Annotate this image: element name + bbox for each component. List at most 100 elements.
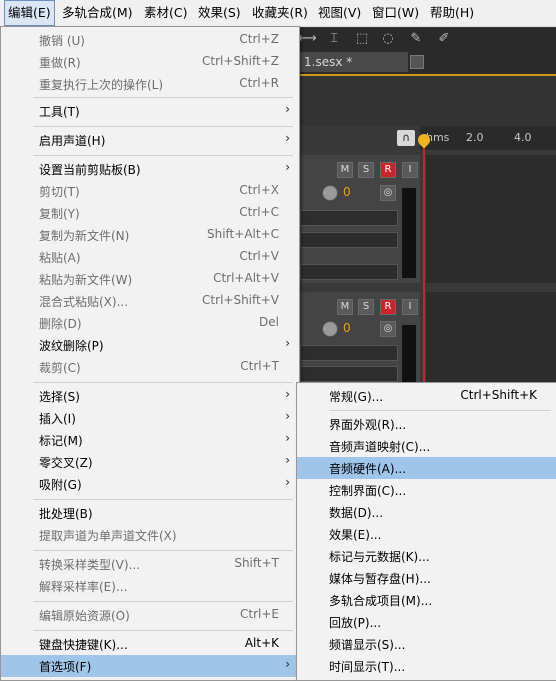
menu-item[interactable]: 效果(E)... [297, 523, 556, 545]
brush-tool-icon[interactable]: ✎ [408, 31, 424, 47]
track-output-field[interactable] [300, 366, 398, 382]
menubar-item[interactable]: 素材(C) [144, 0, 187, 26]
menu-item[interactable]: 界面外观(R)... [297, 413, 556, 435]
input-monitor-button[interactable]: I [402, 162, 418, 178]
menu-item[interactable]: 多轨合成项目(M)... [297, 589, 556, 611]
solo-button[interactable]: S [358, 162, 374, 178]
menu-item-label: 复制(Y) [39, 207, 80, 221]
menu-separator [33, 155, 293, 156]
menu-item-label: 界面外观(R)... [329, 418, 407, 432]
record-arm-button[interactable]: R [380, 299, 396, 315]
volume-value[interactable]: 0 [343, 185, 351, 199]
menu-item[interactable]: 音频硬件(A)... [297, 457, 556, 479]
tab-dropdown-icon[interactable] [410, 55, 424, 69]
menu-item-label: 频谱显示(S)... [329, 638, 406, 652]
menu-item[interactable]: 标记与元数据(K)... [297, 545, 556, 567]
menu-item-label: 编辑原始资源(O) [39, 609, 130, 623]
menu-item[interactable]: 批处理(B) [1, 502, 299, 524]
menu-item[interactable]: 插入(I) › [1, 407, 299, 429]
menu-separator [33, 97, 293, 98]
submenu-arrow-icon: › [285, 336, 290, 350]
submenu-arrow-icon: › [285, 160, 290, 174]
menu-item[interactable]: 标记(M) › [1, 429, 299, 451]
menu-item-label: 粘贴(A) [39, 251, 81, 265]
spectral-tool-icon[interactable]: ⌶ [326, 31, 342, 47]
menu-item-shortcut: Ctrl+T [240, 359, 279, 373]
submenu-arrow-icon: › [285, 475, 290, 489]
menubar-item[interactable]: 多轨合成(M) [62, 0, 133, 26]
mute-button[interactable]: M [337, 162, 353, 178]
menubar-item[interactable]: 编辑(E) [4, 0, 55, 26]
menubar-item[interactable]: 视图(V) [318, 0, 361, 26]
track-lane [426, 155, 556, 283]
solo-button[interactable]: S [358, 299, 374, 315]
submenu-arrow-icon: › [285, 102, 290, 116]
menu-item[interactable]: 回放(P)... [297, 611, 556, 633]
record-arm-button[interactable]: R [380, 162, 396, 178]
menubar-item[interactable]: 效果(S) [198, 0, 241, 26]
level-meter [402, 188, 416, 278]
stereo-icon[interactable]: ◎ [380, 321, 396, 337]
editor-tab[interactable]: 1.sesx * [298, 52, 408, 72]
menu-separator [33, 499, 293, 500]
menu-item[interactable]: 时间显示(T)... [297, 655, 556, 677]
volume-knob[interactable] [322, 321, 338, 337]
menu-separator [33, 126, 293, 127]
menu-item-label: 工具(T) [39, 105, 80, 119]
stereo-icon[interactable]: ◎ [380, 185, 396, 201]
menu-item[interactable]: 首选项(F) › [1, 655, 299, 677]
menubar-item[interactable]: 收藏夹(R) [252, 0, 308, 26]
menu-item[interactable]: 媒体与暂存盘(H)... [297, 567, 556, 589]
menu-item[interactable]: 设置当前剪贴板(B) › [1, 158, 299, 180]
menu-item: 解释采样率(E)... [1, 575, 299, 597]
spot-healing-tool-icon[interactable]: ✐ [436, 31, 452, 47]
menubar-item[interactable]: 窗口(W) [372, 0, 419, 26]
menu-item-shortcut: Alt+K [244, 636, 279, 650]
menu-item-label: 零交叉(Z) [39, 456, 93, 470]
menu-item[interactable]: 音频声道映射(C)... [297, 435, 556, 457]
menu-bar: 编辑(E) 多轨合成(M) 素材(C) 效果(S) 收藏夹(R) 视图(V) 窗口(W) 帮助… [0, 0, 556, 27]
menu-item: 复制(Y) Ctrl+C [1, 202, 299, 224]
menu-item[interactable]: 波纹删除(P) › [1, 334, 299, 356]
input-monitor-button[interactable]: I [402, 299, 418, 315]
menu-item[interactable]: 频谱显示(S)... [297, 633, 556, 655]
track-input-field[interactable] [300, 345, 398, 361]
menu-item[interactable]: 启用声道(H) › [1, 129, 299, 151]
volume-knob[interactable] [322, 185, 338, 201]
headphones-icon[interactable]: ∩ [397, 130, 415, 146]
menu-item[interactable]: 吸附(G) › [1, 473, 299, 495]
menu-item-label: 提取声道为单声道文件(X) [39, 529, 177, 543]
track-output-field[interactable] [300, 232, 398, 248]
volume-value[interactable]: 0 [343, 321, 351, 335]
menu-item[interactable]: 零交叉(Z) › [1, 451, 299, 473]
menu-item-label: 转换采样类型(V)... [39, 558, 141, 572]
menu-separator [33, 382, 293, 383]
menu-item-label: 撤销 (U) [39, 34, 85, 48]
menu-item: 提取声道为单声道文件(X) [1, 524, 299, 546]
marquee-tool-icon[interactable]: ⬚ [354, 31, 370, 47]
menu-item[interactable]: 选择(S) › [1, 385, 299, 407]
menu-item[interactable]: 常规(G)... Ctrl+Shift+K [297, 385, 556, 407]
menu-item-label: 吸附(G) [39, 478, 82, 492]
submenu-arrow-icon: › [285, 409, 290, 423]
menu-item-shortcut: Ctrl+C [239, 205, 279, 219]
submenu-arrow-icon: › [285, 657, 290, 671]
menu-item: 撤销 (U) Ctrl+Z [1, 29, 299, 51]
menu-item[interactable]: 工具(T) › [1, 100, 299, 122]
track-bus-dropdown[interactable] [300, 264, 398, 280]
menu-item-label: 首选项(F) [39, 660, 92, 674]
menu-item[interactable]: 数据(D)... [297, 501, 556, 523]
menu-item: 混合式粘贴(X)... Ctrl+Shift+V [1, 290, 299, 312]
mute-button[interactable]: M [337, 299, 353, 315]
menu-item[interactable]: 键盘快捷键(K)... Alt+K [1, 633, 299, 655]
lasso-tool-icon[interactable]: ◌ [380, 31, 396, 47]
time-selection-tool-icon[interactable]: ⟷ [298, 31, 317, 47]
menubar-item[interactable]: 帮助(H) [430, 0, 474, 26]
preferences-submenu: 常规(G)... Ctrl+Shift+K 界面外观(R)... 音频声道映射(C).… [296, 382, 556, 681]
menu-item-label: 重做(R) [39, 56, 81, 70]
menu-item-label: 删除(D) [39, 317, 82, 331]
menu-item[interactable]: 控制界面(C)... [297, 479, 556, 501]
menu-item-label: 标记(M) [39, 434, 83, 448]
track-input-field[interactable] [300, 210, 398, 226]
timeline-header [290, 76, 556, 126]
